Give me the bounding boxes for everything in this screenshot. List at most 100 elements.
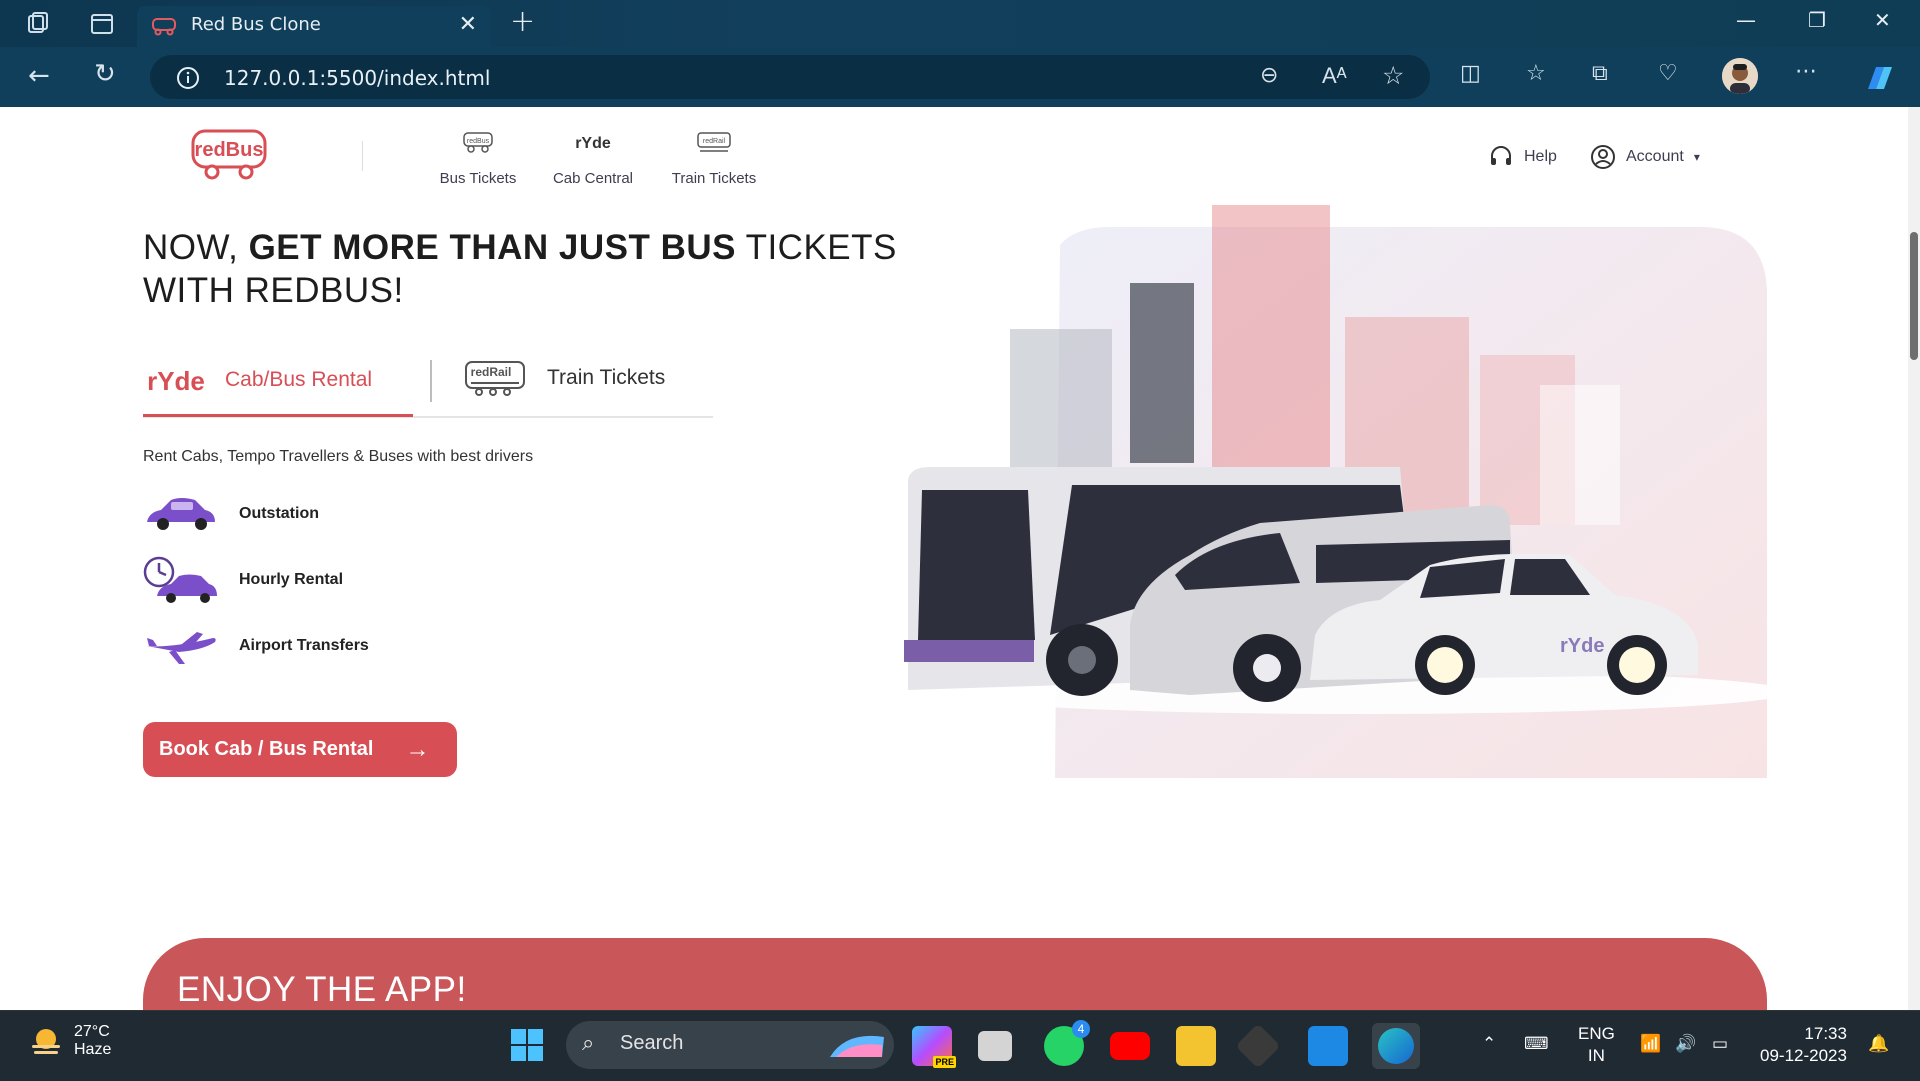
- bus-hub: [1068, 646, 1096, 674]
- favorite-star-icon[interactable]: ☆: [1382, 61, 1404, 90]
- weather-condition: Haze: [74, 1041, 112, 1058]
- feature-hourly-rental-label: Hourly Rental: [239, 571, 344, 588]
- redbus-logo[interactable]: redBus: [190, 128, 268, 180]
- git-app-icon[interactable]: [1235, 1023, 1281, 1069]
- windows-taskbar: 27°C Haze ⌕ Search PRE 4 ⌃ ⌨ ENG IN 📶 🔊 …: [0, 1010, 1920, 1081]
- building: [1212, 205, 1330, 505]
- pre-badge: PRE: [933, 1056, 956, 1068]
- restore-icon[interactable]: ❐: [1808, 8, 1826, 32]
- performance-icon[interactable]: ♡: [1658, 61, 1678, 86]
- nav-cab-central-label: Cab Central: [552, 170, 634, 187]
- book-rental-button[interactable]: Book Cab / Bus Rental →: [143, 722, 457, 777]
- minimize-icon[interactable]: —: [1736, 8, 1756, 32]
- info-icon[interactable]: [176, 66, 200, 90]
- notification-bell-icon[interactable]: 🔔: [1868, 1033, 1889, 1055]
- zoom-out-icon[interactable]: ⊖: [1260, 63, 1278, 88]
- nav-bus-tickets-label: Bus Tickets: [439, 170, 517, 187]
- file-explorer-icon[interactable]: [1176, 1026, 1216, 1066]
- weather-haze-icon: [32, 1029, 60, 1054]
- clock[interactable]: 17:33 09-12-2023: [1760, 1023, 1847, 1067]
- back-icon[interactable]: ←: [28, 61, 50, 91]
- more-icon[interactable]: ⋯: [1795, 59, 1817, 84]
- redrail-icon: redRail: [697, 132, 731, 152]
- profile-avatar[interactable]: [1722, 58, 1758, 94]
- ryde-icon-text: rYde: [575, 135, 611, 152]
- search-icon: ⌕: [582, 1030, 595, 1055]
- tab-cab-label: Cab/Bus Rental: [225, 368, 373, 391]
- collections-icon[interactable]: ⧉: [1592, 61, 1608, 86]
- url-text[interactable]: 127.0.0.1:5500/index.html: [224, 66, 490, 90]
- whatsapp-icon[interactable]: 4: [1044, 1020, 1090, 1066]
- rental-subtitle: Rent Cabs, Tempo Travellers & Buses with…: [143, 448, 534, 465]
- nav-separator: [362, 141, 363, 171]
- feature-outstation-label: Outstation: [239, 505, 319, 522]
- ryde-logo-icon: rYde: [147, 366, 205, 396]
- headline-part-4: WITH REDBUS!: [143, 271, 404, 310]
- language-line-2: IN: [1587, 1046, 1605, 1065]
- feature-airport-transfers-label: Airport Transfers: [239, 637, 369, 654]
- address-bar-row: ← ↻ 127.0.0.1:5500/index.html ⊖ Aᴬ ☆ ◫ ☆…: [0, 47, 1920, 107]
- tab-train-tickets[interactable]: redRail Train Tickets: [463, 356, 665, 400]
- battery-icon[interactable]: ▭: [1712, 1033, 1728, 1055]
- copilot-icon[interactable]: [1862, 63, 1896, 93]
- building: [1010, 329, 1112, 469]
- youtube-icon[interactable]: [1110, 1032, 1150, 1060]
- feature-outstation[interactable]: Outstation: [143, 492, 319, 536]
- help-link[interactable]: Help: [1488, 144, 1557, 170]
- feature-hourly-rental[interactable]: Hourly Rental: [143, 556, 343, 604]
- bus-favicon-icon: [152, 18, 176, 36]
- tab-actions-icon[interactable]: [88, 10, 116, 38]
- chevron-down-icon: ▾: [1693, 150, 1700, 164]
- account-label: Account: [1626, 148, 1684, 165]
- show-hidden-icons[interactable]: ⌃: [1482, 1033, 1496, 1055]
- language-indicator[interactable]: ENG IN: [1578, 1023, 1615, 1067]
- vscode-icon[interactable]: [1308, 1026, 1348, 1066]
- redrail-logo-icon: redRail: [465, 361, 525, 396]
- split-screen-icon[interactable]: ◫: [1460, 61, 1481, 86]
- close-tab-icon[interactable]: ✕: [459, 12, 477, 37]
- volume-icon[interactable]: 🔊: [1675, 1033, 1696, 1055]
- touch-keyboard-icon[interactable]: ⌨: [1524, 1033, 1549, 1055]
- windows-start-icon[interactable]: [509, 1027, 545, 1063]
- feature-airport-transfers[interactable]: Airport Transfers: [143, 626, 369, 666]
- book-rental-label: Book Cab / Bus Rental: [159, 738, 374, 760]
- clock-date: 09-12-2023: [1760, 1046, 1847, 1065]
- page-scrollbar[interactable]: [1908, 107, 1920, 1010]
- copilot-pre-app-icon[interactable]: PRE: [912, 1026, 956, 1068]
- whatsapp-badge: 4: [1072, 1020, 1090, 1038]
- refresh-icon[interactable]: ↻: [94, 59, 116, 89]
- nav-train-tickets-label: Train Tickets: [671, 170, 757, 187]
- address-bar[interactable]: 127.0.0.1:5500/index.html ⊖ Aᴬ ☆: [150, 55, 1430, 99]
- account-icon: [1591, 145, 1615, 169]
- building: [1540, 385, 1620, 525]
- car-hub-front: [1427, 647, 1463, 683]
- close-window-icon[interactable]: ✕: [1874, 8, 1891, 32]
- nav-bus-tickets[interactable]: redBus Bus Tickets: [413, 130, 543, 187]
- scrollbar-thumb[interactable]: [1910, 232, 1918, 360]
- tab-cab-bus-rental[interactable]: rYde Cab/Bus Rental: [143, 346, 413, 417]
- account-menu[interactable]: Account ▾: [1590, 144, 1700, 170]
- search-highlight-icon: [830, 1035, 884, 1057]
- wifi-icon[interactable]: 📶: [1640, 1033, 1661, 1055]
- redrail-logo-text: redRail: [471, 365, 512, 379]
- nav-cab-central[interactable]: rYde Cab Central: [528, 130, 658, 187]
- ryde-car-brand: rYde: [1560, 635, 1604, 657]
- task-view-icon[interactable]: [978, 1031, 1012, 1061]
- workspaces-icon[interactable]: [24, 10, 52, 38]
- nav-train-tickets[interactable]: redRail Train Tickets: [649, 130, 779, 187]
- weather-widget[interactable]: 27°C Haze: [28, 1023, 111, 1059]
- read-aloud-icon[interactable]: Aᴬ: [1322, 63, 1347, 89]
- edge-active-icon[interactable]: [1372, 1023, 1420, 1069]
- headline-part-2: GET MORE THAN JUST BUS: [248, 228, 736, 267]
- new-tab-icon[interactable]: +: [510, 4, 535, 39]
- taskbar-search[interactable]: ⌕ Search: [566, 1021, 894, 1069]
- van-hub: [1253, 654, 1281, 682]
- service-tabs: rYde Cab/Bus Rental redRail Train Ticket…: [143, 346, 713, 418]
- headset-icon: [1491, 146, 1511, 165]
- ryde-logo-text: rYde: [147, 366, 205, 396]
- browser-tab[interactable]: Red Bus Clone ✕: [137, 6, 491, 47]
- bus-tickets-icon-text: redBus: [467, 138, 490, 145]
- help-label: Help: [1524, 148, 1557, 165]
- clock-car-icon: [143, 556, 217, 603]
- favorites-icon[interactable]: ☆: [1526, 61, 1546, 86]
